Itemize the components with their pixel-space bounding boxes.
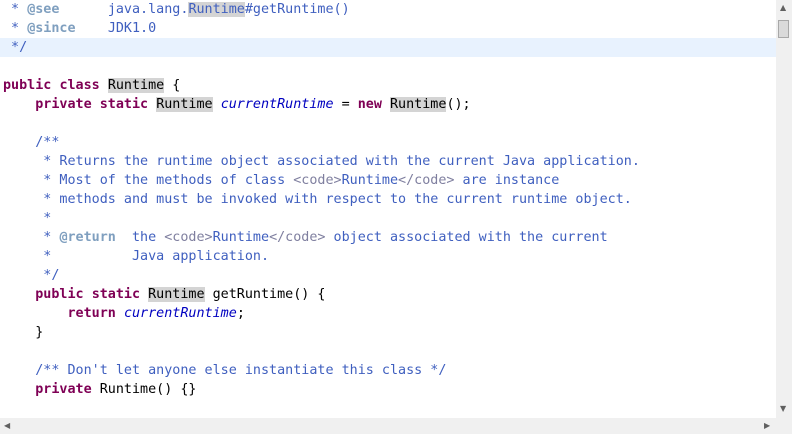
code-line: * @see java.lang.Runtime#getRuntime() (3, 2, 350, 17)
code-line: */ (35, 268, 60, 283)
scroll-left-arrow-icon[interactable]: ◀ (4, 422, 10, 430)
code-line: * @since JDK1.0 (3, 21, 157, 36)
code-line: /** (35, 135, 60, 150)
current-line: */ (0, 38, 776, 57)
code-line: * @return the <code>Runtime</code> objec… (35, 230, 608, 245)
vertical-scrollbar-thumb[interactable] (778, 20, 789, 38)
code-line: } (35, 325, 44, 340)
code-line: private static Runtime currentRuntime = … (35, 97, 471, 112)
code-line: * methods and must be invoked with respe… (35, 192, 632, 207)
code-line: public class Runtime { (3, 78, 181, 93)
vertical-scrollbar[interactable]: ▲ ▼ (776, 0, 792, 418)
code-line: public static Runtime getRuntime() { (35, 287, 326, 302)
scroll-up-arrow-icon[interactable]: ▲ (780, 4, 786, 12)
code-line: * Most of the methods of class <code>Run… (35, 173, 560, 188)
code-editor[interactable]: * @see java.lang.Runtime#getRuntime() * … (0, 0, 776, 418)
scrollbar-corner (776, 418, 792, 434)
scroll-down-arrow-icon[interactable]: ▼ (780, 405, 786, 413)
code-line: /** Don't let anyone else instantiate th… (35, 363, 447, 378)
code-line: private Runtime() {} (35, 382, 197, 397)
horizontal-scrollbar[interactable]: ◀ ▶ (0, 418, 776, 434)
scroll-right-arrow-icon[interactable]: ▶ (764, 422, 770, 430)
code-line: * (35, 211, 52, 226)
code-line: * Returns the runtime object associated … (35, 154, 640, 169)
code-line: return currentRuntime; (67, 306, 245, 321)
code-line: * Java application. (35, 249, 270, 264)
